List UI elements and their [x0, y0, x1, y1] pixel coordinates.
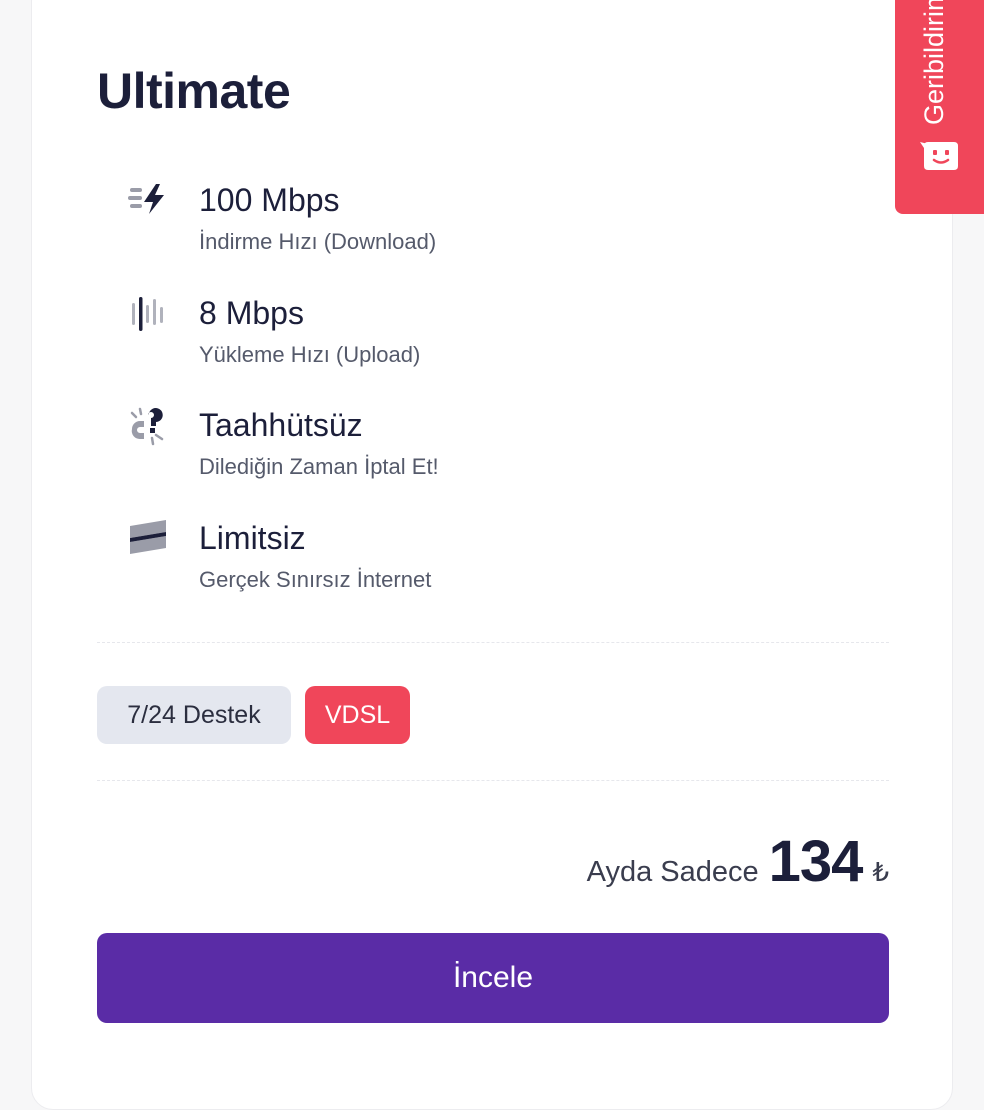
upload-bars-icon	[126, 295, 170, 335]
feedback-tab[interactable]: Geribildirim	[895, 0, 984, 214]
currency-symbol: ₺	[872, 857, 889, 887]
feature-unlimited: Limitsiz Gerçek Sınırsız İnternet	[126, 520, 626, 610]
price-row: Ayda Sadece 134 ₺	[587, 828, 889, 895]
price-amount: 134	[768, 829, 864, 894]
plan-title: Ultimate	[97, 63, 291, 119]
feature-title: 8 Mbps	[199, 295, 304, 331]
download-speed-icon	[126, 182, 170, 222]
divider	[97, 642, 889, 643]
feature-upload: 8 Mbps Yükleme Hızı (Upload)	[126, 295, 626, 385]
inspect-button[interactable]: İncele	[97, 933, 889, 1023]
feature-subtitle: Dilediğin Zaman İptal Et!	[199, 454, 439, 479]
divider	[97, 780, 889, 781]
feature-subtitle: İndirme Hızı (Download)	[199, 229, 437, 254]
feedback-label: Geribildirim	[919, 0, 949, 125]
no-commitment-icon	[126, 407, 170, 447]
support-badge: 7/24 Destek	[97, 686, 291, 744]
feature-title: 100 Mbps	[199, 182, 340, 218]
feature-title: Taahhütsüz	[199, 407, 363, 443]
unlimited-icon	[126, 520, 170, 560]
feature-download: 100 Mbps İndirme Hızı (Download)	[126, 182, 626, 272]
vdsl-badge: VDSL	[305, 686, 410, 744]
feature-no-commitment: Taahhütsüz Dilediğin Zaman İptal Et!	[126, 407, 626, 497]
feature-title: Limitsiz	[199, 520, 306, 556]
smile-face-icon	[920, 140, 962, 176]
feature-subtitle: Yükleme Hızı (Upload)	[199, 342, 421, 367]
price-label: Ayda Sadece	[586, 856, 759, 888]
feature-subtitle: Gerçek Sınırsız İnternet	[199, 567, 432, 592]
